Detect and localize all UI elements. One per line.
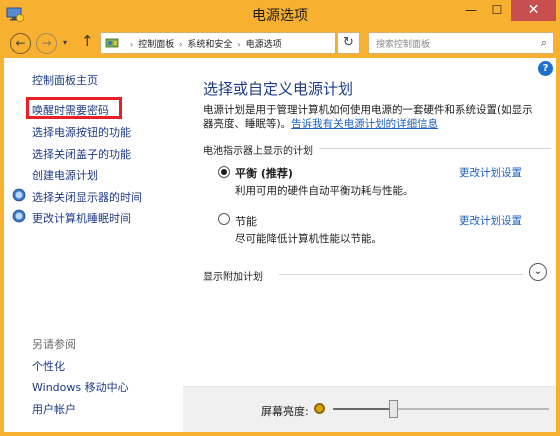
address-row: ← → ▾ ↑ ›控制面板›系统和安全›电源选项 ▾ ↻ 搜索控制面板 ⌕ [4,28,556,58]
divider [279,274,523,275]
group-header: 电池指示器上显示的计划 [203,146,313,157]
back-button[interactable]: ← [10,33,31,54]
recent-locations-icon[interactable]: ▾ [63,38,67,47]
plan-power-saver-label[interactable]: 节能 [235,213,257,229]
breadcrumb-system-security[interactable]: 系统和安全 [187,40,232,50]
minimize-button[interactable]: — [458,0,484,21]
see-also-user-accounts[interactable]: 用户帐户 [32,401,76,417]
refresh-button[interactable]: ↻ [338,32,360,54]
brightness-bar: 屏幕亮度: [183,386,556,432]
content-area: 控制面板主页 唤醒时需要密码 选择电源按钮的功能 选择关闭盖子的功能 创建电源计… [4,58,556,432]
breadcrumb-separator[interactable]: › [179,40,182,49]
sidebar-item-sleep-time[interactable]: 更改计算机睡眠时间 [32,210,131,226]
brightness-slider-thumb[interactable] [389,400,399,418]
plan-balanced-desc: 利用可用的硬件自动平衡功耗与性能。 [235,185,414,197]
maximize-button[interactable]: ☐ [484,0,510,21]
sidebar-control-panel-home[interactable]: 控制面板主页 [32,72,98,88]
search-icon[interactable]: ⌕ [541,36,547,50]
see-also-personalization[interactable]: 个性化 [32,358,65,374]
see-also-heading: 另请参阅 [32,338,76,351]
plan-balanced-label[interactable]: 平衡 (推荐) [235,165,293,181]
learn-more-link[interactable]: 告诉我有关电源计划的详细信息 [291,118,438,130]
control-panel-icon [105,38,119,48]
title-bar[interactable]: 电源选项 — ☐ ✕ [0,0,560,28]
breadcrumb: › 控制面板 › 系统和安全 › 电源选项 [125,37,282,50]
shield-icon [12,209,26,223]
breadcrumb-separator[interactable]: › [237,40,240,49]
page-title: 选择或自定义电源计划 [203,80,354,98]
plan-balanced-radio[interactable] [218,166,230,178]
show-additional-plans[interactable]: 显示附加计划 [203,268,263,283]
sidebar-item-power-buttons[interactable]: 选择电源按钮的功能 [32,124,131,140]
address-bar[interactable]: ›控制面板›系统和安全›电源选项 ▾ [100,32,417,54]
sidebar-item-display-off[interactable]: 选择关闭显示器的时间 [32,189,142,205]
help-icon[interactable]: ? [538,61,553,76]
change-plan-settings-link[interactable]: 更改计划设置 [459,213,522,228]
plan-power-saver-desc: 尽可能降低计算机性能以节能。 [235,233,382,245]
breadcrumb-control-panel[interactable]: 控制面板 [138,40,174,50]
plan-power-saver-radio[interactable] [218,213,230,225]
up-button[interactable]: ↑ [81,32,94,50]
search-box[interactable]: 搜索控制面板 ⌕ [368,32,554,54]
main-panel: ? 选择或自定义电源计划 电源计划是用于管理计算机如何使用电源的一套硬件和系统设… [183,58,556,432]
forward-button[interactable]: → [36,33,57,54]
change-plan-settings-link[interactable]: 更改计划设置 [459,165,522,180]
page-description: 电源计划是用于管理计算机如何使用电源的一套硬件和系统设置(如显示器亮度、睡眠等)… [203,103,543,131]
sidebar-item-lid-close[interactable]: 选择关闭盖子的功能 [32,146,131,162]
sidebar-item-require-password[interactable]: 唤醒时需要密码 [32,102,109,118]
breadcrumb-separator: › [130,40,134,49]
brightness-icon [314,403,325,414]
breadcrumb-power-options[interactable]: 电源选项 [246,40,282,50]
sidebar-item-create-plan[interactable]: 创建电源计划 [32,167,98,183]
window: 电源选项 — ☐ ✕ ← → ▾ ↑ ›控制面板›系统和安全›电源选项 ▾ ↻ … [0,0,560,436]
shield-icon [12,188,26,202]
brightness-slider-fill [333,408,394,410]
chevron-down-icon[interactable]: ⌄ [529,263,547,281]
search-input[interactable]: 搜索控制面板 [376,37,430,50]
brightness-slider[interactable] [333,400,549,418]
divider [319,148,551,149]
brightness-label: 屏幕亮度: [261,405,309,418]
see-also-mobility-center[interactable]: Windows 移动中心 [32,379,129,395]
sidebar: 控制面板主页 唤醒时需要密码 选择电源按钮的功能 选择关闭盖子的功能 创建电源计… [4,58,183,432]
close-button[interactable]: ✕ [511,0,556,21]
